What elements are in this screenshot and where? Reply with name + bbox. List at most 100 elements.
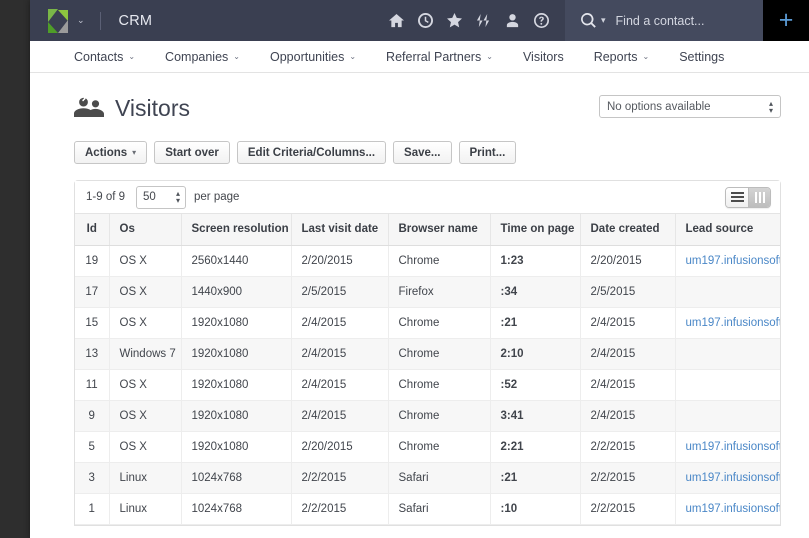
cell-date-created: 2/2/2015 (580, 462, 676, 494)
add-button[interactable]: + (763, 0, 809, 41)
table-body: 19 OS X 2560x1440 2/20/2015 Chrome 1:23 2/20/2… (75, 245, 781, 525)
start-over-button[interactable]: Start over (154, 141, 230, 164)
main-nav: Contacts ⌄ Companies ⌄ Opportunities ⌄ R… (30, 41, 809, 73)
nav-item-contacts[interactable]: Contacts ⌄ (74, 50, 135, 64)
cell-last-visit-date: 2/20/2015 (291, 431, 389, 463)
cell-last-visit-date: 2/4/2015 (291, 338, 389, 370)
cell-browser-name: Chrome (388, 400, 491, 432)
search-icon (581, 13, 596, 28)
column-header-lead-source[interactable]: Lead source (675, 214, 780, 246)
column-header-last-visit-date[interactable]: Last visit date (291, 214, 389, 246)
column-header-os[interactable]: Os (109, 214, 182, 246)
cell-browser-name: Chrome (388, 338, 491, 370)
search-chevron-down-icon[interactable]: ▾ (601, 15, 606, 26)
column-view-icon[interactable] (748, 187, 770, 207)
topbar-icon-group (389, 0, 565, 41)
grid-toolbar: 1-9 of 9 50 ▴ ▾ per page (75, 181, 780, 214)
search-input[interactable]: Find a contact... (616, 14, 705, 28)
nav-item-visitors[interactable]: Visitors (523, 50, 564, 64)
table-row[interactable]: 5 OS X 1920x1080 2/20/2015 Chrome 2:21 2/2/201… (75, 431, 781, 463)
lead-source-link[interactable]: um197.infusionsoft.com (686, 503, 781, 515)
cell-lead-source (675, 276, 780, 308)
brand-area: ⌄ CRM (30, 0, 152, 41)
cell-time-on-page: :21 (490, 307, 581, 339)
cell-browser-name: Chrome (388, 245, 491, 277)
cell-date-created: 2/4/2015 (580, 338, 676, 370)
table-row[interactable]: 17 OS X 1440x900 2/5/2015 Firefox:34 2/5/2015 (75, 276, 780, 308)
table-row[interactable]: 3 Linux 1024x768 2/2/2015 Safari:21 2/2/2015 u… (75, 462, 781, 494)
save-button[interactable]: Save... (393, 141, 452, 164)
cell-time-on-page: :34 (490, 276, 581, 308)
print-button[interactable]: Print... (458, 141, 517, 164)
table-row[interactable]: 19 OS X 2560x1440 2/20/2015 Chrome 1:23 2/20/2… (75, 245, 781, 277)
lead-source-link[interactable]: um197.infusionsoft.com (686, 472, 781, 484)
cell-id: 13 (75, 338, 110, 370)
cell-screen-resolution: 1920x1080 (181, 338, 292, 370)
lead-source-link[interactable]: um197.infusionsoft.com (686, 441, 781, 453)
action-toolbar: Actions ▾ Start over Edit Criteria/Colum… (74, 141, 781, 164)
cell-date-created: 2/4/2015 (580, 400, 676, 432)
column-header-date-created[interactable]: Date created (580, 214, 676, 246)
list-view-icon[interactable] (726, 187, 748, 207)
brand-chevron-down-icon[interactable]: ⌄ (77, 15, 85, 26)
chevron-down-icon: ⌄ (233, 52, 240, 61)
lightning-icon[interactable] (476, 13, 491, 28)
cell-screen-resolution: 1440x900 (181, 276, 292, 308)
column-header-browser-name[interactable]: Browser name (388, 214, 491, 246)
cell-lead-source (675, 338, 780, 370)
edit-criteria-columns-button[interactable]: Edit Criteria/Columns... (236, 141, 387, 164)
options-select-value: No options available (607, 100, 711, 113)
cell-id: 11 (75, 369, 110, 401)
column-header-time-on-page[interactable]: Time on page (490, 214, 581, 246)
cell-lead-source (675, 369, 780, 401)
cell-time-on-page: :21 (490, 462, 581, 494)
table-row[interactable]: 15 OS X 1920x1080 2/4/2015 Chrome:21 2/4/2015… (75, 307, 781, 339)
help-icon[interactable] (534, 13, 549, 28)
lead-source-link[interactable]: um197.infusionsoft.com (686, 255, 781, 267)
view-toggle (725, 186, 771, 208)
cell-id: 3 (75, 462, 110, 494)
table-row[interactable]: 13 Windows 7 1920x1080 2/4/2015 Chrome 2:10 2/… (75, 338, 780, 370)
cell-os: OS X (109, 369, 182, 401)
column-header-id[interactable]: Id (75, 214, 110, 246)
search-bar[interactable]: ▾ Find a contact... (565, 0, 763, 41)
nav-item-settings[interactable]: Settings (679, 50, 724, 64)
nav-item-opportunities[interactable]: Opportunities ⌄ (270, 50, 356, 64)
cell-id: 9 (75, 400, 110, 432)
column-header-screen-resolution[interactable]: Screen resolution (181, 214, 292, 246)
cell-screen-resolution: 1920x1080 (181, 431, 292, 463)
cell-browser-name: Safari (388, 462, 491, 494)
infusionsoft-logo[interactable] (48, 8, 68, 33)
brand-divider (99, 11, 101, 30)
cell-lead-source: um197.infusionsoft.com (675, 307, 781, 339)
cell-id: 1 (75, 493, 110, 525)
actions-button[interactable]: Actions ▾ (74, 141, 148, 164)
cell-screen-resolution: 1920x1080 (181, 400, 292, 432)
options-select[interactable]: No options available ▴ ▾ (599, 95, 781, 118)
cell-os: Windows 7 (109, 338, 182, 370)
app-title: CRM (118, 12, 153, 29)
cell-browser-name: Safari (388, 493, 491, 525)
nav-label: Opportunities (269, 49, 345, 64)
nav-item-companies[interactable]: Companies ⌄ (165, 50, 240, 64)
home-icon[interactable] (389, 13, 404, 28)
table-header-row: Id Os Screen resolution Last visit date … (75, 214, 780, 246)
cell-lead-source (675, 400, 780, 432)
table-row[interactable]: 11 OS X 1920x1080 2/4/2015 Chrome:52 2/4/2015 (75, 369, 780, 401)
nav-item-reports[interactable]: Reports ⌄ (594, 50, 649, 64)
cell-os: Linux (109, 493, 182, 525)
nav-item-referral-partners[interactable]: Referral Partners ⌄ (386, 50, 493, 64)
star-icon[interactable] (447, 13, 462, 28)
cell-lead-source: um197.infusionsoft.com (675, 493, 781, 525)
clock-icon[interactable] (418, 13, 433, 28)
table-row[interactable]: 1 Linux 1024x768 2/2/2015 Safari:10 2/2/2015 u… (75, 493, 781, 525)
per-page-value: 50 (143, 191, 156, 203)
per-page-select[interactable]: 50 ▴ ▾ (136, 185, 186, 209)
lead-source-link[interactable]: um197.infusionsoft.com (686, 317, 781, 329)
cell-id: 5 (75, 431, 110, 463)
actions-label: Actions (85, 146, 128, 159)
table-row[interactable]: 9 OS X 1920x1080 2/4/2015 Chrome 3:41 2/4/2015 (75, 400, 780, 432)
person-icon[interactable] (505, 13, 520, 28)
cell-lead-source: um197.infusionsoft.com (675, 245, 781, 277)
cell-screen-resolution: 1024x768 (181, 493, 292, 525)
